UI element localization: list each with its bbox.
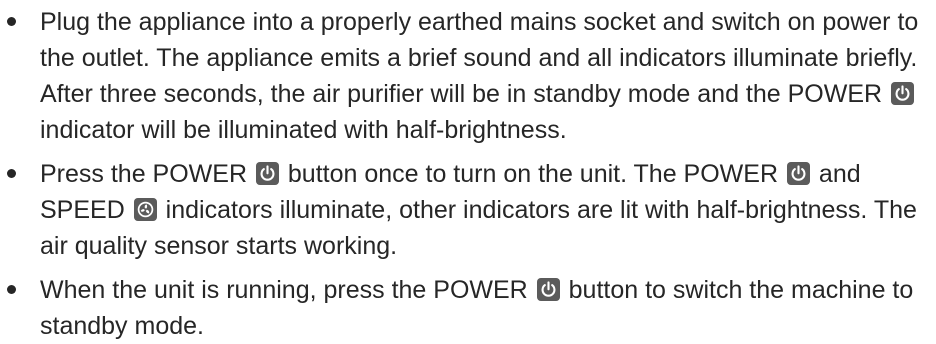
item-text-segment: Press the POWER [40,160,247,188]
item-text-segment: button once to turn on the unit. The POW… [287,160,779,188]
instruction-list: Plug the appliance into a properly earth… [0,4,936,344]
power-icon [255,162,279,185]
power-icon [891,82,915,105]
power-icon [536,278,560,301]
list-item: Plug the appliance into a properly earth… [0,4,936,148]
item-text-segment: Plug the appliance into a properly earth… [40,8,919,108]
item-text-segment: When the unit is running, press the POWE… [40,276,528,304]
list-item: When the unit is running, press the POWE… [0,272,936,344]
bullet-dot [7,17,16,26]
list-item: Press the POWER button once to turn on t… [0,156,936,264]
item-text-segment: indicator will be illuminated with half-… [40,116,567,144]
instruction-document: Plug the appliance into a properly earth… [0,0,936,340]
bullet-dot [7,169,16,178]
item-text-segment: indicators illuminate, other indicators … [40,196,917,260]
power-icon [786,162,810,185]
fan-speed-icon [133,198,157,221]
bullet-dot [7,285,16,294]
